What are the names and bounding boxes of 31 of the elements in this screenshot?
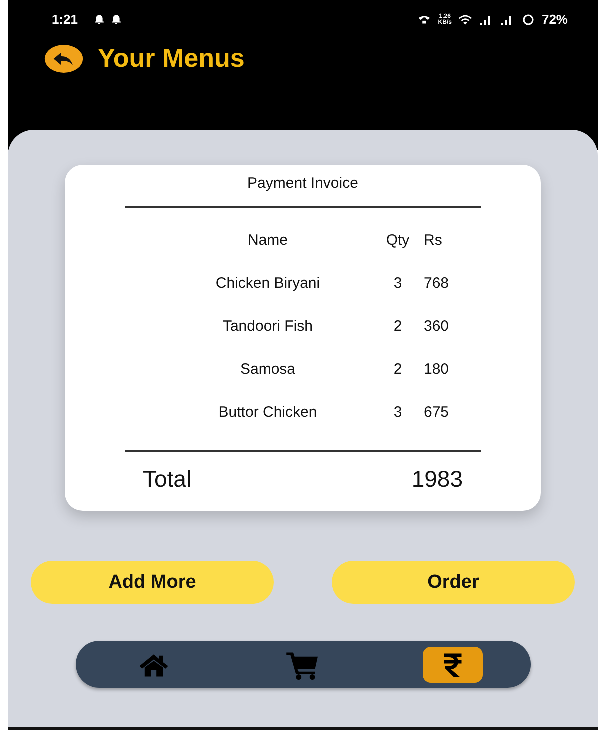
call-icon [417,14,432,26]
battery-percent: 72% [542,12,568,27]
bell-icon [111,14,122,25]
battery-icon [520,14,536,26]
wifi-icon [458,14,473,26]
item-price: 180 [423,361,450,379]
item-qty: 3 [392,275,404,293]
item-qty: 2 [392,318,404,336]
item-price: 675 [423,404,450,422]
column-header: Rs [423,232,444,250]
column-header: Name [246,232,289,250]
total-label: Total [143,466,192,493]
item-qty: 3 [392,404,404,422]
nav-tab[interactable] [422,646,482,682]
status-time: 1:21 [52,12,78,27]
total-amount: 1983 [412,466,463,493]
action-button[interactable]: Add More [31,561,274,604]
item-name: Buttor Chicken [218,404,318,422]
item-price: 360 [423,318,450,336]
item-name: Samosa [239,361,297,379]
item-name: Tandoori Fish [222,318,314,336]
column-header: Qty [385,232,411,250]
action-button[interactable]: Order [332,561,575,604]
item-price: 768 [423,275,450,293]
bell-icon [94,14,106,25]
screen-title: Your Menus [98,43,245,74]
cart-icon [286,650,320,680]
invoice-title: Payment Invoice [248,175,358,192]
item-name: Chicken Biryani [214,275,322,293]
item-qty: 2 [392,361,404,379]
back-button[interactable] [44,44,84,72]
